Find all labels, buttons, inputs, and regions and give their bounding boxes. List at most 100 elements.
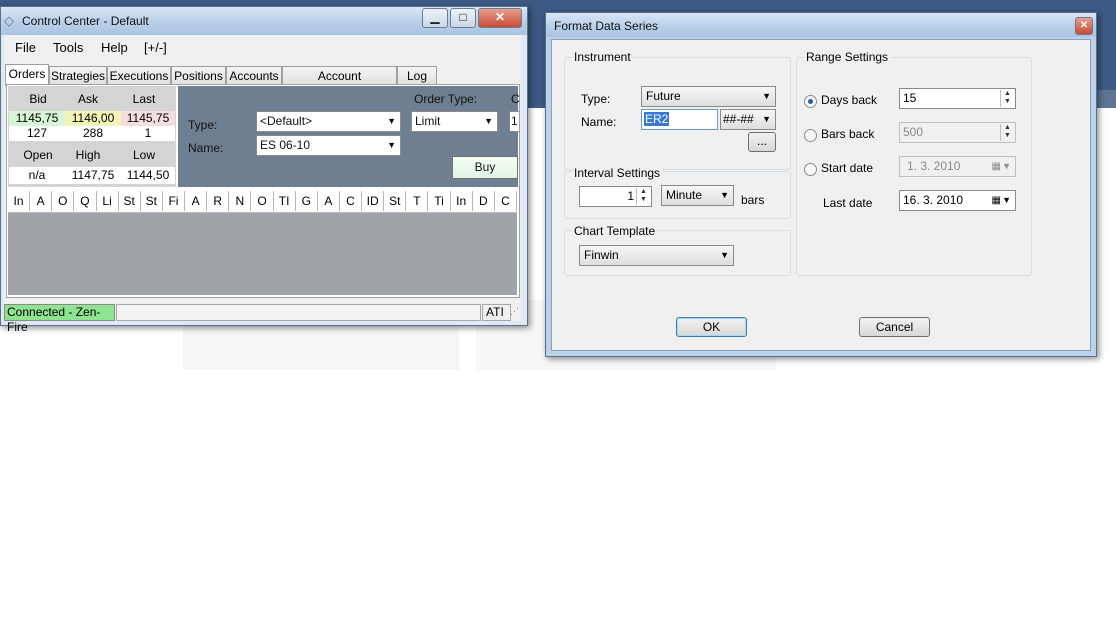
chevron-down-icon: ▼ bbox=[484, 116, 493, 126]
orders-column-header[interactable]: ID bbox=[362, 191, 385, 211]
orders-grid-body[interactable] bbox=[8, 213, 517, 295]
low-value: 1144,50 bbox=[121, 167, 175, 184]
days-back-label[interactable]: Days back bbox=[821, 93, 877, 107]
quantity-value: 1 bbox=[511, 114, 518, 128]
days-back-input[interactable]: 15 ▲ ▼ bbox=[899, 88, 1016, 109]
minimize-button[interactable]: ▁ bbox=[422, 8, 448, 28]
menu-help[interactable]: Help bbox=[101, 40, 128, 55]
days-back-spin-icon[interactable]: ▲ ▼ bbox=[1000, 90, 1014, 107]
orders-column-header[interactable]: T bbox=[406, 191, 429, 211]
dialog-close-button[interactable]: ✕ bbox=[1075, 17, 1093, 35]
cancel-button[interactable]: Cancel bbox=[859, 317, 930, 337]
bid-value: 1145,75 bbox=[9, 111, 65, 126]
orders-column-header[interactable]: O bbox=[52, 191, 75, 211]
chart-template-value: Finwin bbox=[584, 248, 619, 262]
order-entry-panel: Type: <Default> ▼ Name: ES 06-10 ▼ Order… bbox=[178, 86, 520, 187]
instrument-group-label: Instrument bbox=[572, 50, 633, 64]
tab-account-performance[interactable]: Account Performance bbox=[282, 66, 397, 101]
bars-back-radio[interactable] bbox=[804, 129, 817, 142]
ok-button-label: OK bbox=[702, 320, 721, 334]
tab-strategies[interactable]: Strategies bbox=[49, 66, 107, 85]
interval-value-input[interactable]: 1 ▲ ▼ bbox=[579, 186, 652, 207]
ok-button[interactable]: OK bbox=[676, 317, 747, 337]
instrument-name-input[interactable]: ER2 bbox=[641, 109, 718, 130]
tab-log[interactable]: Log bbox=[397, 66, 437, 85]
orders-column-header[interactable]: G bbox=[296, 191, 318, 211]
expiry-value: ##-## bbox=[723, 112, 754, 126]
instrument-type-label: Type: bbox=[581, 92, 611, 106]
orders-column-header[interactable]: Q bbox=[74, 191, 97, 211]
order-type-dropdown[interactable]: Limit ▼ bbox=[411, 111, 498, 132]
tab-accounts[interactable]: Accounts bbox=[226, 66, 282, 85]
orders-column-header[interactable]: Li bbox=[97, 191, 119, 211]
menu-file[interactable]: File bbox=[15, 40, 36, 55]
orders-column-header[interactable]: A bbox=[185, 191, 208, 211]
orders-column-header[interactable]: St bbox=[119, 191, 141, 211]
ask-value: 1146,00 bbox=[65, 111, 121, 126]
orders-column-header[interactable]: A bbox=[318, 191, 340, 211]
days-back-radio[interactable] bbox=[804, 95, 817, 108]
chart-template-dropdown[interactable]: Finwin ▼ bbox=[579, 245, 734, 266]
high-value: 1147,75 bbox=[65, 167, 121, 184]
orders-column-header[interactable]: C bbox=[340, 191, 363, 211]
start-date-picker[interactable]: 1. 3. 2010 ▦ ▼ bbox=[899, 156, 1016, 177]
menu-expand-toggle[interactable]: [+/-] bbox=[144, 40, 167, 55]
bars-back-label[interactable]: Bars back bbox=[821, 127, 874, 141]
instrument-name-value: ER2 bbox=[644, 112, 670, 126]
calendar-icon[interactable]: ▦ bbox=[992, 157, 1001, 176]
orders-column-header[interactable]: N bbox=[229, 191, 252, 211]
maximize-button[interactable]: □ bbox=[450, 8, 476, 28]
orders-column-header[interactable]: In bbox=[8, 191, 31, 211]
control-center-titlebar[interactable]: ◇ Control Center - Default ▁ □ ✕ bbox=[1, 7, 527, 35]
instrument-type-dropdown[interactable]: Future ▼ bbox=[641, 86, 776, 107]
resize-grip-icon[interactable]: ⋰ bbox=[510, 306, 519, 317]
menu-tools[interactable]: Tools bbox=[53, 40, 83, 55]
tab-orders[interactable]: Orders bbox=[5, 64, 49, 86]
instrument-type-value: Future bbox=[646, 89, 681, 103]
expiry-dropdown[interactable]: ##-## ▼ bbox=[720, 109, 776, 130]
tab-executions[interactable]: Executions bbox=[107, 66, 171, 85]
orders-column-header[interactable]: In bbox=[451, 191, 473, 211]
orders-column-header[interactable]: St bbox=[384, 191, 407, 211]
orders-column-header[interactable]: R bbox=[207, 191, 230, 211]
interval-group-label: Interval Settings bbox=[572, 166, 663, 180]
dialog-titlebar[interactable]: Format Data Series ✕ bbox=[546, 13, 1096, 37]
cut-column-label: C bbox=[511, 92, 520, 106]
interval-unit-dropdown[interactable]: Minute ▼ bbox=[661, 185, 734, 206]
instrument-browse-button[interactable]: ... bbox=[748, 132, 776, 152]
close-button[interactable]: ✕ bbox=[478, 8, 522, 28]
orders-column-header[interactable]: Fi bbox=[163, 191, 186, 211]
connection-status-text: Connected - Zen-Fire bbox=[7, 305, 101, 334]
start-date-radio[interactable] bbox=[804, 163, 817, 176]
calendar-icon[interactable]: ▦ bbox=[992, 191, 1001, 210]
interval-spin-icon[interactable]: ▲ ▼ bbox=[636, 188, 650, 205]
orders-column-header[interactable]: St bbox=[141, 191, 163, 211]
orders-column-header[interactable]: C bbox=[495, 191, 517, 211]
orders-column-header[interactable]: O bbox=[251, 191, 274, 211]
tab-positions[interactable]: Positions bbox=[171, 66, 226, 85]
type-dropdown[interactable]: <Default> ▼ bbox=[256, 111, 401, 132]
start-date-label[interactable]: Start date bbox=[821, 161, 873, 175]
bars-back-input[interactable]: 500 ▲ ▼ bbox=[899, 122, 1016, 143]
bid-size: 127 bbox=[9, 126, 65, 141]
quantity-field[interactable]: 1 bbox=[509, 111, 519, 132]
chevron-down-icon: ▼ bbox=[1002, 161, 1011, 171]
instrument-name-label: Name: bbox=[581, 115, 617, 129]
last-size: 1 bbox=[121, 126, 175, 141]
last-date-picker[interactable]: 16. 3. 2010 ▦ ▼ bbox=[899, 190, 1016, 211]
last-date-value: 16. 3. 2010 bbox=[903, 193, 964, 207]
open-header: Open bbox=[23, 148, 53, 162]
chart-template-group-label: Chart Template bbox=[572, 224, 658, 238]
orders-column-header[interactable]: D bbox=[473, 191, 495, 211]
range-group-label: Range Settings bbox=[804, 50, 891, 64]
buy-button[interactable]: Buy bbox=[452, 156, 518, 179]
connection-status: Connected - Zen-Fire bbox=[4, 304, 115, 334]
bars-back-value: 500 bbox=[903, 125, 924, 139]
orders-column-header[interactable]: TI bbox=[274, 191, 296, 211]
bars-back-spin-icon[interactable]: ▲ ▼ bbox=[1000, 124, 1014, 141]
name-dropdown[interactable]: ES 06-10 ▼ bbox=[256, 135, 401, 156]
orders-column-header[interactable]: A bbox=[30, 191, 53, 211]
start-date-value: 1. 3. 2010 bbox=[907, 159, 961, 173]
orders-panel: Bid Ask Last 1145,75 1146,00 1145,75 127… bbox=[6, 84, 520, 298]
orders-column-header[interactable]: Ti bbox=[428, 191, 451, 211]
